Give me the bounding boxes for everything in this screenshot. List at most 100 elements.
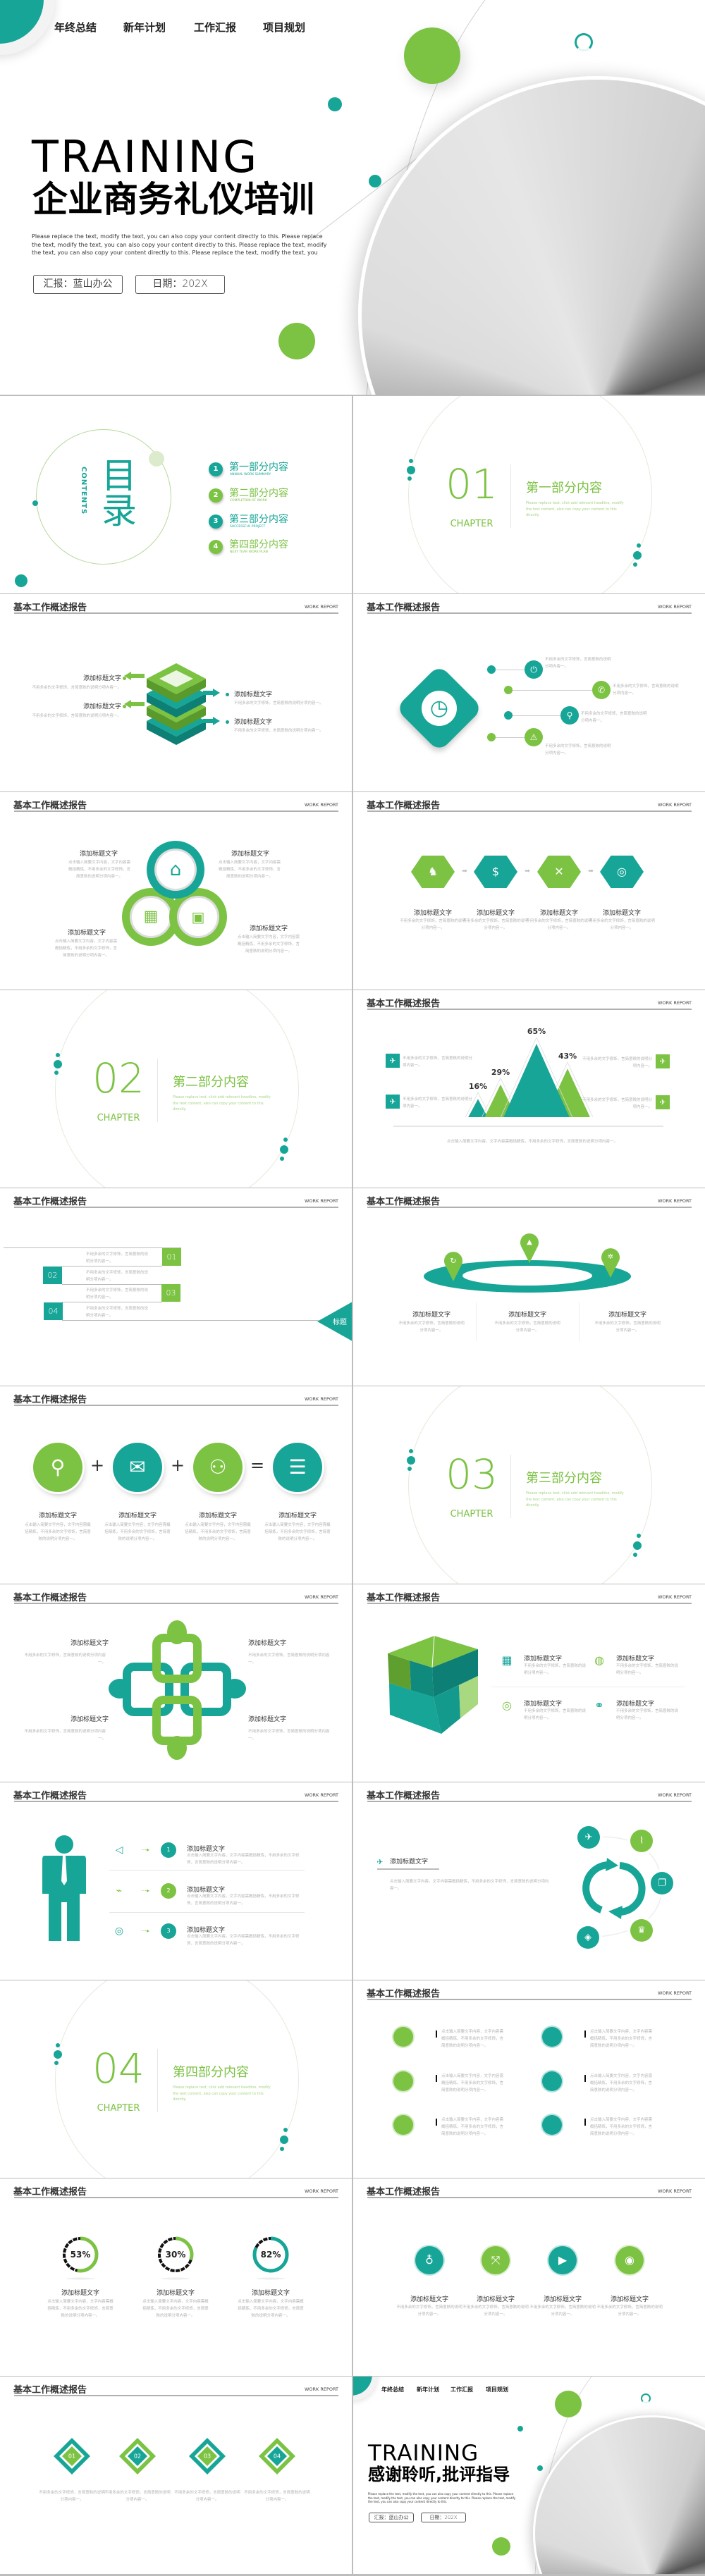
ending-nav-item[interactable]: 年终总结 (381, 2386, 404, 2393)
item-title: 添加标题文字 (234, 691, 273, 698)
chapter-teal-dot (283, 1138, 288, 1142)
pin-description: 不用多余的文字修饰，言简意赅的说明分项内容一。 (494, 1321, 560, 1333)
scroll-icon: ☰ (288, 1455, 307, 1479)
progress-shadow (66, 2277, 94, 2280)
mountain-chart (393, 1037, 663, 1127)
badge-circle (393, 2115, 413, 2135)
cover-ring-small (575, 33, 593, 51)
network-icon: ✲ (607, 1253, 614, 1261)
airplane-icon: ✈ (389, 1056, 396, 1066)
cover-reporter-box: 汇报：蓝山办公 (33, 275, 123, 294)
feature-title: 添加标题文字 (410, 2296, 448, 2303)
globe-icon: ◍ (594, 1653, 604, 1667)
ending-teal-dot (517, 2426, 523, 2432)
slide-chapter-3: 03 CHAPTER 第三部分内容 Please replace text, clic… (353, 1386, 705, 1584)
cover-title-en: TRAINING (32, 131, 259, 183)
step-divider (109, 1870, 305, 1871)
chapter-teal-dot (280, 1157, 284, 1161)
copy-icon: ❐ (658, 1878, 666, 1889)
chapter-title: 第一部分内容 (526, 481, 602, 495)
slide-heading: 基本工作概述报告 (367, 2187, 441, 2198)
chapter-description: Please replace text, click add relevant … (526, 501, 624, 517)
item-description: 不用多余的文字修饰，言简意赅的说明分项内容一。 (32, 714, 121, 718)
diamond-description: 不用多余的文字修饰，言简意赅的说明分项内容一。 (244, 2491, 310, 2502)
megaphone-icon: ◁ (115, 1844, 123, 1856)
arrow-right-icon: ➡ (525, 868, 530, 875)
slide-chapter-1: 01 CHAPTER 第一部分内容 Please replace text, clic… (353, 396, 705, 593)
chapter-teal-dot (280, 2136, 288, 2144)
chapter-divider (510, 464, 511, 528)
slide-ending: 年终总结 新年计划 工作汇报 项目规划 TRAINING 感谢聆听,批评指导 Please … (353, 2377, 705, 2574)
chapter-divider (157, 1059, 158, 1122)
nav-item-year-summary[interactable]: 年终总结 (54, 20, 97, 35)
slide-person-steps: 基本工作概述报告 WORK REPORT ◁ ⋯▸ 1 添加标题文字 点击输入简要文字内容，… (0, 1782, 352, 1980)
chain-description: 不用多余的文字修饰，言简意赅的说明分项内容一。 (248, 1653, 330, 1665)
warning-icon: ⚠ (529, 732, 538, 742)
contents-item-title[interactable]: 第一部分内容 (229, 460, 314, 474)
nav-item-project-plan[interactable]: 项目规划 (263, 20, 305, 35)
chapter-teal-dot (56, 2043, 60, 2047)
ending-nav-item[interactable]: 项目规划 (486, 2386, 508, 2393)
target-icon: ◎ (114, 1925, 124, 1937)
slide-clock-diamond: 基本工作概述报告 WORK REPORT ◷ ⏻ 不用多余的文字修饰，言简意赅的说明分项… (353, 594, 705, 791)
slide-diamonds: 基本工作概述报告 WORK REPORT 01 不用多余的文字修饰，言简意赅的说明分项… (0, 2377, 352, 2574)
chapter-number: 01 (446, 460, 498, 508)
chapter-number: 02 (92, 1054, 145, 1102)
progress-shadow (257, 2277, 285, 2280)
chapter-teal-dot (633, 551, 642, 560)
ending-green-circle (555, 2391, 582, 2417)
pin-description: 不用多余的文字修饰，言简意赅的说明分项内容一。 (398, 1321, 465, 1333)
step-number: 03 (166, 1288, 176, 1298)
chapter-divider (510, 1455, 511, 1518)
step-number: 2 (166, 1887, 171, 1894)
side-description: 不用多余的文字修饰，言简意赅的说明分项内容一。 (582, 1098, 652, 1109)
chart-board-icon: ⌁ (116, 1885, 123, 1897)
house-icon: ⌂ (169, 859, 182, 880)
badge-circle (542, 2071, 562, 2091)
chapter-teal-dot (637, 543, 641, 548)
contents-teal-dot-corner (15, 574, 27, 587)
contents-item-number: 2 (213, 491, 219, 499)
chapter-divider (157, 2049, 158, 2112)
contents-item-title[interactable]: 第二部分内容 (229, 486, 314, 500)
chapter-teal-dot (407, 466, 415, 474)
work-report-label: WORK REPORT (304, 1396, 338, 1402)
contents-item-title[interactable]: 第三部分内容 (229, 512, 314, 526)
chapter-teal-dot (54, 2061, 59, 2065)
contents-light-dot (149, 451, 164, 467)
play-icon: ▶ (558, 2253, 568, 2267)
chapter-teal-dot (56, 1053, 60, 1057)
ending-nav-item[interactable]: 新年计划 (417, 2386, 439, 2393)
chapter-teal-dot (280, 1145, 288, 1154)
chapter-title: 第二部分内容 (173, 1075, 249, 1090)
contents-item-subtitle: SUCCESSFUL PROJECT (230, 525, 266, 529)
step-title: 添加标题文字 (602, 910, 641, 917)
header-divider (367, 2197, 692, 2198)
chain-description: 不用多余的文字修饰，言简意赅的说明分项内容一。 (24, 1730, 106, 1741)
ending-nav-item[interactable]: 工作汇报 (450, 2386, 473, 2393)
template-preview-sheet: 年终总结 新年计划 工作汇报 项目规划 TRAINING 企业商务礼仪培训 Pl… (0, 0, 705, 2576)
chapter-description: Please replace text, click add relevant … (173, 2085, 271, 2102)
work-report-label: WORK REPORT (657, 2188, 692, 2194)
slide-stacked-layers: 基本工作概述报告 WORK REPORT 添加标题文字 添加标题文字 不用多余的文字修饰… (0, 594, 352, 791)
send-icon: ✈ (584, 1832, 593, 1843)
dotted-arrow-icon: ⋯▸ (140, 1847, 150, 1853)
chapter-teal-dot (54, 1060, 62, 1068)
step-description: 不用多余的文字修饰，言简意赅的说明分项内容一。 (462, 919, 529, 930)
contents-item-title[interactable]: 第四部分内容 (229, 537, 314, 551)
chain-title: 添加标题文字 (70, 1716, 109, 1723)
paperclip-icon: ⌇ (639, 1835, 644, 1847)
progress-label: 82% (260, 2250, 281, 2260)
slide-cycle: 基本工作概述报告 WORK REPORT ✈ 添加标题文字 点击输入简要文字内容，文字内… (353, 1782, 705, 1980)
chapter-teal-dot (407, 1467, 412, 1471)
item-title: 添加标题文字 (82, 703, 121, 710)
mountain-value-label: 43% (558, 1052, 577, 1061)
work-report-label: WORK REPORT (304, 1198, 338, 1204)
chapter-teal-dot (409, 459, 413, 463)
nav-item-work-report[interactable]: 工作汇报 (194, 20, 236, 35)
progress-description: 点击输入简要文字内容，文字内容需概括精炼，不用多余的文字修饰，言简意赅的说明分项… (142, 2300, 209, 2318)
step-divider (62, 1320, 319, 1321)
nav-item-new-year-plan[interactable]: 新年计划 (123, 20, 166, 35)
chapter-title: 第四部分内容 (173, 2065, 249, 2080)
progress-title: 添加标题文字 (251, 2290, 290, 2297)
